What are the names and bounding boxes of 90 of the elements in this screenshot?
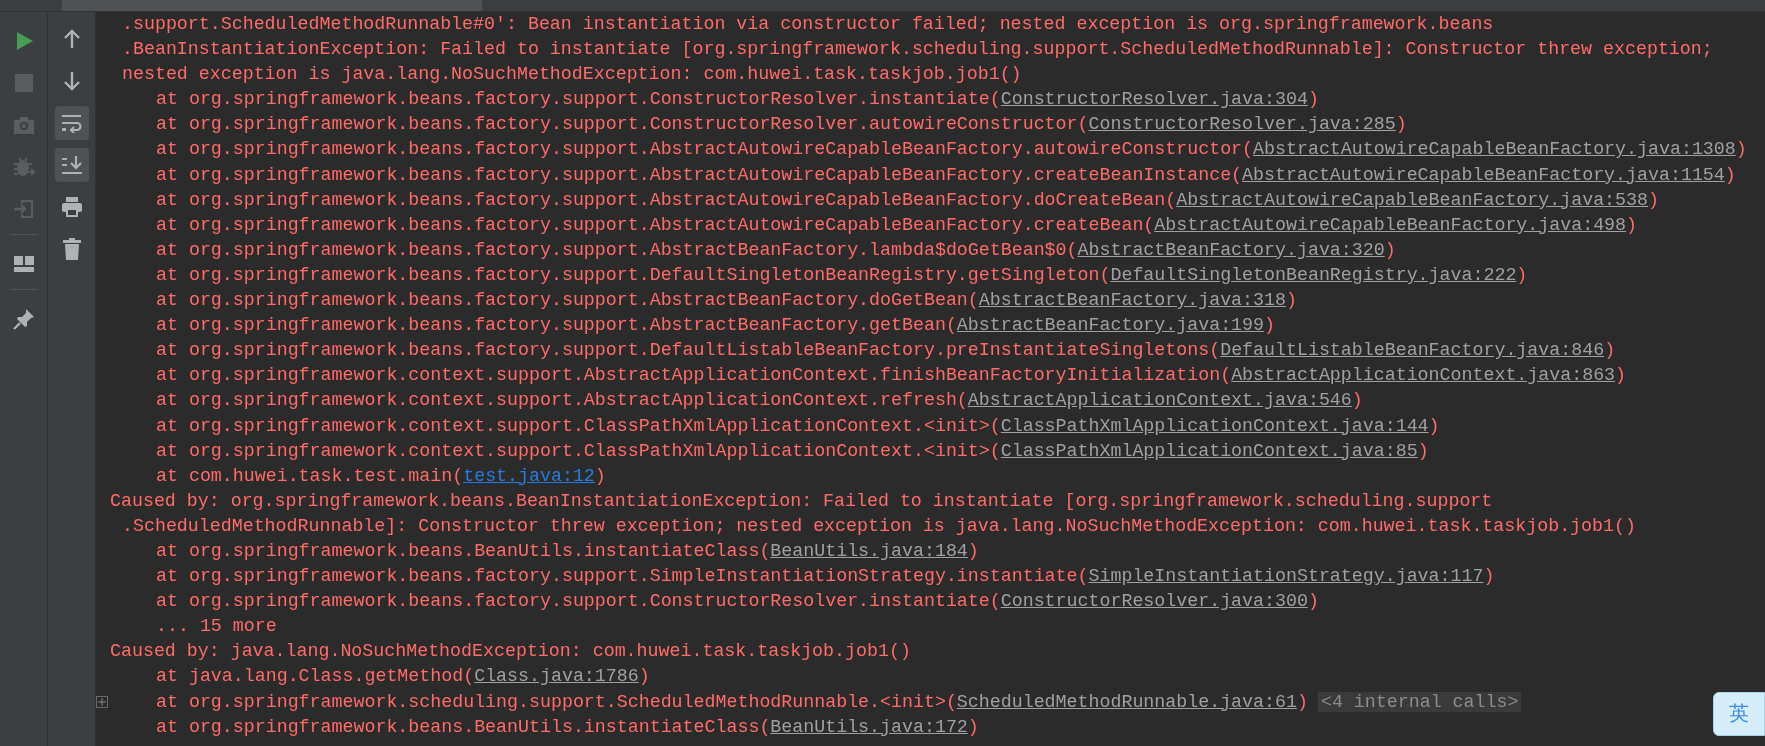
pin-icon: [12, 308, 35, 330]
stack-frame-text: at org.springframework.context.support.ClassPathXmlApplicationContext.<init>(: [156, 415, 1001, 436]
source-link[interactable]: Class.java:1786: [474, 666, 639, 687]
soft-wrap-icon: [60, 113, 83, 133]
stack-frame-text: at org.springframework.beans.factory.support.AbstractAutowireCapableBeanFactory.autowireConstructor(: [156, 139, 1254, 160]
expand-icon[interactable]: [96, 695, 108, 708]
stack-frame-text: at org.springframework.context.support.AbstractApplicationContext.refresh(: [156, 390, 968, 411]
stack-frame-text: at org.springframework.beans.factory.support.ConstructorResolver.instantiate(: [156, 591, 1001, 612]
source-link[interactable]: ConstructorResolver.java:304: [1000, 89, 1308, 110]
source-link[interactable]: ScheduledMethodRunnable.java:61: [956, 691, 1297, 712]
stack-frame-text: at org.springframework.beans.factory.support.DefaultListableBeanFactory.preInstantiateSingletons(: [156, 340, 1221, 361]
paren-text: ): [1483, 566, 1495, 587]
source-link[interactable]: BeanUtils.java:172: [770, 716, 968, 737]
stack-frame-text: at org.springframework.beans.factory.support.AbstractAutowireCapableBeanFactory.createBean(: [156, 214, 1155, 235]
exception-text: .ScheduledMethodRunnable]: Constructor threw exception; nested exception is java.lang.NoSuchMethodException: com.huwei.task.taskjob.job1(): [122, 515, 1636, 536]
stack-frame-text: at org.springframework.beans.factory.support.AbstractAutowireCapableBeanFactory.createBeanInstance(: [156, 164, 1243, 185]
paren-text: ): [1286, 290, 1297, 311]
stack-frame-text: at org.springframework.context.support.ClassPathXmlApplicationContext.<init>(: [156, 440, 1001, 461]
source-link[interactable]: DefaultListableBeanFactory.java:846: [1220, 340, 1605, 361]
stack-frame-text: at com.huwei.task.test.main(: [156, 465, 464, 486]
paren-text: ): [1264, 315, 1276, 336]
paren-text: ): [1351, 390, 1363, 411]
stack-frame-text: at org.springframework.beans.BeanUtils.instantiateClass(: [156, 540, 771, 561]
stack-frame-text: at org.springframework.beans.factory.support.ConstructorResolver.instantiate(: [156, 89, 1001, 110]
folded-calls-tag[interactable]: <4 internal calls>: [1317, 691, 1522, 712]
source-link[interactable]: ConstructorResolver.java:300: [1000, 591, 1308, 612]
layout-icon: [13, 256, 34, 272]
soft-wrap-button[interactable]: [54, 106, 89, 140]
paren-text: ): [1395, 114, 1407, 135]
stack-frame-text: at java.lang.Class.getMethod(: [156, 666, 475, 687]
up-arrow-icon: [62, 29, 81, 49]
printer-icon: [60, 196, 83, 218]
stack-frame-text: at org.springframework.beans.BeanUtils.instantiateClass(: [156, 716, 771, 737]
source-link[interactable]: AbstractAutowireCapableBeanFactory.java:498: [1154, 214, 1627, 235]
stack-frame-text: at org.springframework.context.support.AbstractApplicationContext.finishBeanFactoryInitialization(: [156, 365, 1232, 386]
source-link[interactable]: ClassPathXmlApplicationContext.java:85: [1000, 440, 1418, 461]
stack-frame-text: at org.springframework.beans.factory.support.AbstractAutowireCapableBeanFactory.doCreateBean(: [156, 189, 1177, 210]
paren-text: ): [638, 666, 650, 687]
paren-text: ): [967, 716, 979, 737]
source-link[interactable]: AbstractApplicationContext.java:863: [1231, 365, 1616, 386]
exception-text: .support.ScheduledMethodRunnable#0': Bean instantiation via constructor failed; nested exception is org.springframework.beans: [122, 14, 1494, 34]
source-link[interactable]: AbstractBeanFactory.java:318: [978, 290, 1286, 311]
source-link[interactable]: AbstractAutowireCapableBeanFactory.java:1154: [1242, 164, 1725, 185]
paren-text: ): [1428, 415, 1440, 436]
paren-text: ): [594, 465, 606, 486]
paren-text: ): [1604, 340, 1616, 361]
exception-text: .BeanInstantiationException: Failed to instantiate [org.springframework.scheduling.support.ScheduledMethodRunnable]: Constructor threw exception;: [122, 39, 1713, 60]
exception-text: nested exception is java.lang.NoSuchMethodException: com.huwei.task.taskjob.job1(): [122, 64, 1022, 85]
paren-text: ): [1615, 365, 1627, 386]
source-link[interactable]: AbstractAutowireCapableBeanFactory.java:538: [1176, 189, 1648, 210]
source-link[interactable]: SimpleInstantiationStrategy.java:117: [1088, 566, 1484, 587]
scroll-to-end-icon: [60, 155, 83, 175]
source-link[interactable]: BeanUtils.java:184: [770, 540, 968, 561]
paren-text: ): [1417, 440, 1429, 461]
exit-icon: [12, 198, 35, 220]
source-link[interactable]: AbstractApplicationContext.java:546: [967, 390, 1352, 411]
paren-text: ): [1384, 239, 1396, 260]
paren-text: ): [1516, 264, 1528, 285]
stack-frame-text: at org.springframework.beans.factory.support.AbstractBeanFactory.doGetBean(: [156, 290, 979, 311]
stack-frame-text: at org.springframework.beans.factory.support.AbstractBeanFactory.lambda$doGetBean$0(: [156, 239, 1078, 260]
stack-frame-text: at org.springframework.beans.factory.support.DefaultSingletonBeanRegistry.getSingleton(: [156, 264, 1111, 285]
stack-frame-text: at org.springframework.beans.factory.support.ConstructorResolver.autowireConstructor(: [156, 114, 1089, 135]
paren-text: ): [1307, 591, 1319, 612]
paren-text: ): [1735, 139, 1747, 160]
paren-text: ): [1648, 189, 1659, 210]
stack-frame-text: at org.springframework.scheduling.support.ScheduledMethodRunnable.<init>(: [156, 691, 957, 712]
stack-frame-text: at org.springframework.beans.factory.support.SimpleInstantiationStrategy.instantiate(: [156, 566, 1089, 587]
input-method-indicator[interactable]: 英: [1713, 692, 1765, 736]
camera-icon: [11, 115, 36, 135]
down-arrow-icon: [62, 71, 81, 91]
exception-text: Caused by: java.lang.NoSuchMethodException: com.huwei.task.taskjob.job1(): [110, 641, 911, 662]
stop-icon: [14, 74, 33, 92]
source-link[interactable]: AbstractBeanFactory.java:199: [956, 315, 1265, 336]
more-frames-text: ... 15 more: [156, 616, 277, 637]
source-link[interactable]: AbstractAutowireCapableBeanFactory.java:1308: [1253, 139, 1736, 160]
source-link[interactable]: AbstractBeanFactory.java:320: [1077, 239, 1385, 260]
bug-icon: [11, 155, 36, 179]
source-link[interactable]: test.java:12: [463, 465, 595, 486]
paren-text: ): [1296, 691, 1308, 712]
exception-text: Caused by: org.springframework.beans.BeanInstantiationException: Failed to instantiate [org.springframework.scheduling.support: [110, 490, 1493, 511]
paren-text: ): [1724, 164, 1736, 185]
source-link[interactable]: DefaultSingletonBeanRegistry.java:222: [1110, 264, 1517, 285]
source-link[interactable]: ClassPathXmlApplicationContext.java:144: [1000, 415, 1429, 436]
paren-text: ): [967, 540, 979, 561]
paren-text: ): [1307, 89, 1319, 110]
trash-icon: [62, 238, 81, 260]
paren-text: ): [1626, 214, 1638, 235]
stack-frame-text: at org.springframework.beans.factory.support.AbstractBeanFactory.getBean(: [156, 315, 957, 336]
scroll-to-end-button[interactable]: [54, 148, 89, 182]
source-link[interactable]: ConstructorResolver.java:285: [1088, 114, 1396, 135]
